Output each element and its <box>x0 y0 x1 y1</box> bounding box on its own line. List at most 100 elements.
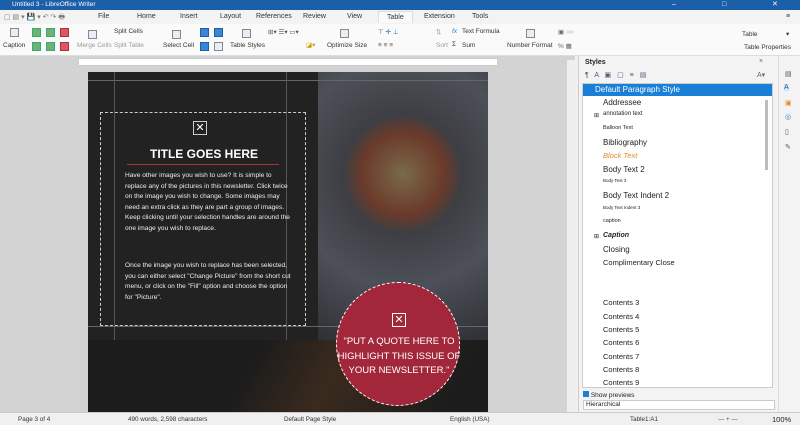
style-item[interactable]: Caption <box>603 232 629 239</box>
style-item[interactable]: Contents 6 <box>603 338 639 347</box>
new-style-icon[interactable]: A▾ <box>757 71 765 79</box>
select-column-icon[interactable] <box>200 28 209 37</box>
table-properties-button[interactable]: Table Properties <box>744 44 791 51</box>
style-item[interactable]: Balloon Text <box>603 125 633 131</box>
menu-extension[interactable]: Extension <box>424 13 455 20</box>
close-sidebar-icon[interactable]: × <box>759 58 763 65</box>
style-item[interactable]: Contents 3 <box>603 298 639 307</box>
expand-icon[interactable]: ⊞ <box>594 112 599 119</box>
optimize-size-button[interactable]: Optimize Size <box>327 42 367 49</box>
menu-layout[interactable]: Layout <box>220 13 241 20</box>
style-item[interactable]: Body Text 3 <box>603 178 626 183</box>
select-table-grid-icon[interactable] <box>200 42 209 51</box>
select-row-icon[interactable] <box>214 28 223 37</box>
table-border <box>88 80 488 81</box>
page[interactable]: ✕ TITLE GOES HERE Have other images you … <box>88 72 488 412</box>
language[interactable]: English (USA) <box>450 416 490 423</box>
borders-icon[interactable]: ⊞▾ ☰▾ ▭▾ <box>268 28 299 36</box>
select-cell-button[interactable]: Select Cell <box>163 42 194 49</box>
style-list[interactable]: Default Paragraph Style Addressee ⊞ annota… <box>582 83 773 388</box>
sum-button[interactable]: Sum <box>462 42 475 49</box>
show-previews-checkbox[interactable]: Show previews <box>583 391 635 399</box>
zoom-slider[interactable]: — + — <box>718 416 738 423</box>
style-item[interactable]: Addressee <box>603 98 641 107</box>
insert-columns-after-icon[interactable] <box>46 42 55 51</box>
status-bar: Page 3 of 4 490 words, 2,598 characters … <box>0 412 800 425</box>
minimize-button[interactable]: – <box>672 0 676 10</box>
style-item[interactable]: Contents 4 <box>603 312 639 321</box>
style-item[interactable]: Contents 5 <box>603 325 639 334</box>
style-item[interactable]: caption <box>603 218 621 224</box>
select-table-icon[interactable] <box>172 30 181 39</box>
zoom-level[interactable]: 100% <box>772 415 791 424</box>
menu-references[interactable]: References <box>256 13 292 20</box>
style-item[interactable]: Contents 9 <box>603 378 639 387</box>
style-item[interactable]: Body Text Indent 2 <box>603 191 669 200</box>
quote-circle[interactable]: ✕ "PUT A QUOTE HERE TO HIGHLIGHT THIS IS… <box>336 282 460 406</box>
menu-view[interactable]: View <box>347 13 362 20</box>
page-count[interactable]: Page 3 of 4 <box>18 416 50 423</box>
split-cells-button[interactable]: Split Cells <box>114 28 143 35</box>
protect-cells-icon[interactable] <box>214 42 223 51</box>
style-item[interactable]: Contents 7 <box>603 352 639 361</box>
caption-button[interactable]: Caption <box>3 42 25 49</box>
fork-knife-icon: ✕ <box>193 121 207 135</box>
style-item[interactable]: Complimentary Close <box>603 258 675 267</box>
sort-button[interactable]: Sort <box>436 42 448 49</box>
insert-columns-before-icon[interactable] <box>32 42 41 51</box>
style-item-selected[interactable]: Default Paragraph Style <box>583 84 772 96</box>
align-top-icon[interactable]: ⊤ ✛ ⊥ <box>378 28 398 36</box>
percent-icon[interactable]: % ▦ <box>558 42 572 50</box>
style-filter-select[interactable]: Hierarchical <box>583 400 775 410</box>
menu-table[interactable]: Table <box>378 11 413 23</box>
menu-tools[interactable]: Tools <box>472 13 488 20</box>
gallery-icon[interactable]: ▣ <box>785 99 792 107</box>
delete-rows-icon[interactable] <box>60 28 69 37</box>
text-formula-button[interactable]: Text Formula <box>462 28 500 35</box>
chevron-down-icon[interactable]: ▾ <box>786 30 789 38</box>
list-scrollbar[interactable] <box>765 100 768 170</box>
body-paragraph-1: Have other images you wish to use? It is… <box>125 171 291 234</box>
menu-home[interactable]: Home <box>137 13 156 20</box>
hamburger-menu-icon[interactable]: ≡ <box>786 13 790 20</box>
formula-icon: fx <box>452 28 457 35</box>
vertical-scrollbar[interactable] <box>567 60 575 412</box>
table-dropdown[interactable]: Table <box>742 31 758 38</box>
horizontal-ruler[interactable] <box>78 58 498 66</box>
title-bar: Untitled 3 - LibreOffice Writer – □ ✕ <box>0 0 800 10</box>
quick-access-icons[interactable]: ▢ ▤ ▾ 💾 ▾ ↶ ↷ 🖶 <box>4 13 65 24</box>
menu-file[interactable]: File <box>98 13 109 20</box>
style-inspector-icon[interactable]: ✎ <box>785 143 791 151</box>
insert-rows-below-icon[interactable] <box>46 28 55 37</box>
style-item[interactable]: annotation text <box>603 111 642 117</box>
split-table-button[interactable]: Split Table <box>114 42 144 49</box>
styles-icon[interactable]: A <box>784 84 789 91</box>
style-item[interactable]: Bibliography <box>603 138 647 147</box>
cell-background-icon[interactable]: ◪▾ <box>306 41 315 49</box>
navigator-icon[interactable]: ◎ <box>785 113 791 121</box>
close-button[interactable]: ✕ <box>772 0 778 10</box>
style-item[interactable]: Block Text <box>603 151 637 160</box>
page-icon[interactable]: ▯ <box>785 128 789 136</box>
merge-cells-button[interactable]: Merge Cells <box>77 42 112 49</box>
style-item[interactable]: Body Text Indent 3 <box>603 205 640 210</box>
style-category-icons[interactable]: ¶ A ▣ ▢ ≡ ▤ <box>585 71 648 79</box>
currency-icon[interactable]: ▣ ○○ <box>558 28 574 36</box>
sort-icon: ⇅ <box>436 28 441 36</box>
insert-rows-above-icon[interactable] <box>32 28 41 37</box>
align-center-icon[interactable]: ≡ ≡ ≡ <box>378 42 393 49</box>
menu-review[interactable]: Review <box>303 13 326 20</box>
style-item[interactable]: Contents 8 <box>603 365 639 374</box>
style-item[interactable]: Body Text 2 <box>603 165 645 174</box>
word-count[interactable]: 490 words, 2,598 characters <box>128 416 207 423</box>
page-style[interactable]: Default Page Style <box>284 416 336 423</box>
delete-columns-icon[interactable] <box>60 42 69 51</box>
expand-icon[interactable]: ⊞ <box>594 233 599 240</box>
menu-insert[interactable]: Insert <box>180 13 198 20</box>
table-styles-button[interactable]: Table Styles <box>230 42 265 49</box>
style-item[interactable]: Closing <box>603 245 630 254</box>
number-format-button[interactable]: Number Format <box>507 42 553 49</box>
text-frame[interactable]: ✕ TITLE GOES HERE Have other images you … <box>100 112 306 326</box>
properties-icon[interactable]: ▤ <box>785 70 792 78</box>
maximize-button[interactable]: □ <box>722 0 726 10</box>
